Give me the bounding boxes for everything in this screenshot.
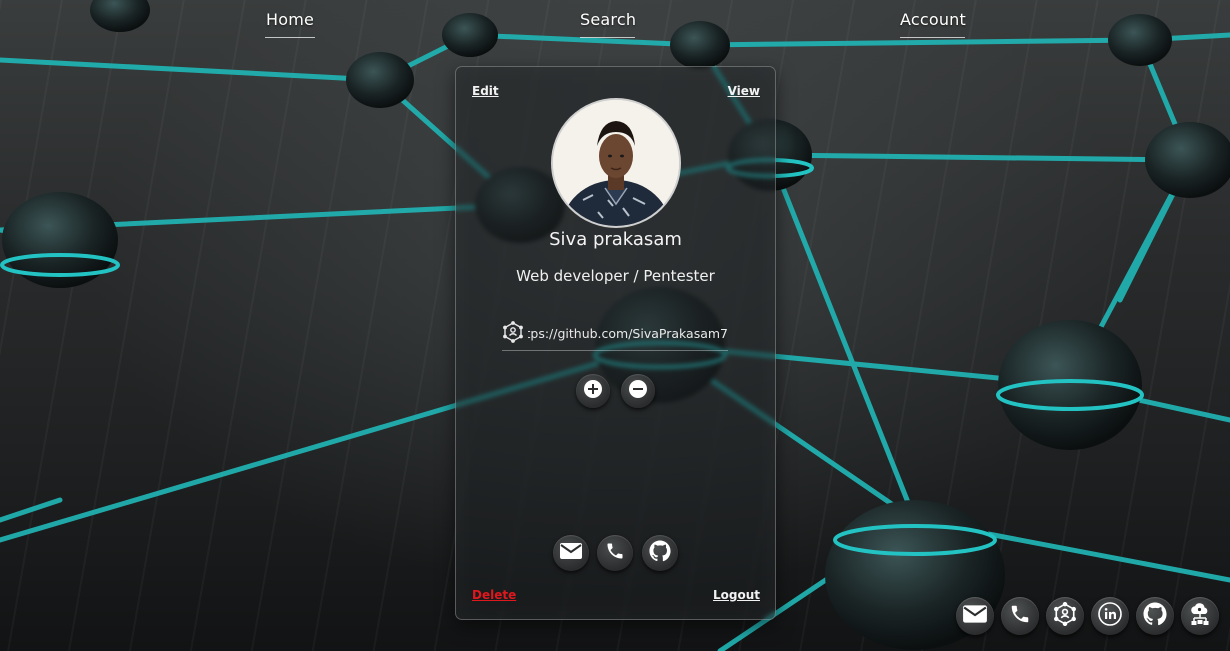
edit-link[interactable]: Edit [472,84,499,98]
phone-icon [605,541,625,565]
network-hub-icon [502,321,524,343]
nav-home-link[interactable]: Home [265,10,315,38]
github-icon [1143,602,1167,630]
dock-phone-button[interactable] [1001,597,1039,635]
logout-link[interactable]: Logout [713,588,760,602]
mail-icon [962,604,988,628]
dock-github-button[interactable] [1136,597,1174,635]
dock-mail-button[interactable] [956,597,994,635]
phone-icon [1009,603,1031,629]
plus-icon [583,379,603,403]
nav-search-link[interactable]: Search [580,10,636,38]
dock-linkedin-button[interactable] [1091,597,1129,635]
dock-network-button[interactable] [1046,597,1084,635]
github-icon [649,540,671,566]
delete-link[interactable]: Delete [472,588,516,602]
profile-role: Web developer / Pentester [516,267,715,285]
profile-name: Siva prakasam [549,229,682,250]
link-field-row [502,320,728,351]
add-link-button[interactable] [576,374,610,408]
cloud-network-icon [1187,602,1213,630]
contact-github-button[interactable] [642,535,678,571]
view-link[interactable]: View [728,84,760,98]
network-hub-icon [1053,601,1077,630]
nav-account-link[interactable]: Account [900,10,966,38]
profile-card: Edit View Siva prakasam Web developer / … [455,66,776,620]
link-url-input[interactable] [528,320,728,346]
contact-mail-button[interactable] [553,535,589,571]
contact-phone-button[interactable] [597,535,633,571]
minus-icon [628,379,648,403]
remove-link-button[interactable] [621,374,655,408]
mail-icon [559,542,583,564]
linkedin-icon [1098,602,1122,630]
dock-cloud-network-button[interactable] [1181,597,1219,635]
profile-avatar [551,98,681,228]
